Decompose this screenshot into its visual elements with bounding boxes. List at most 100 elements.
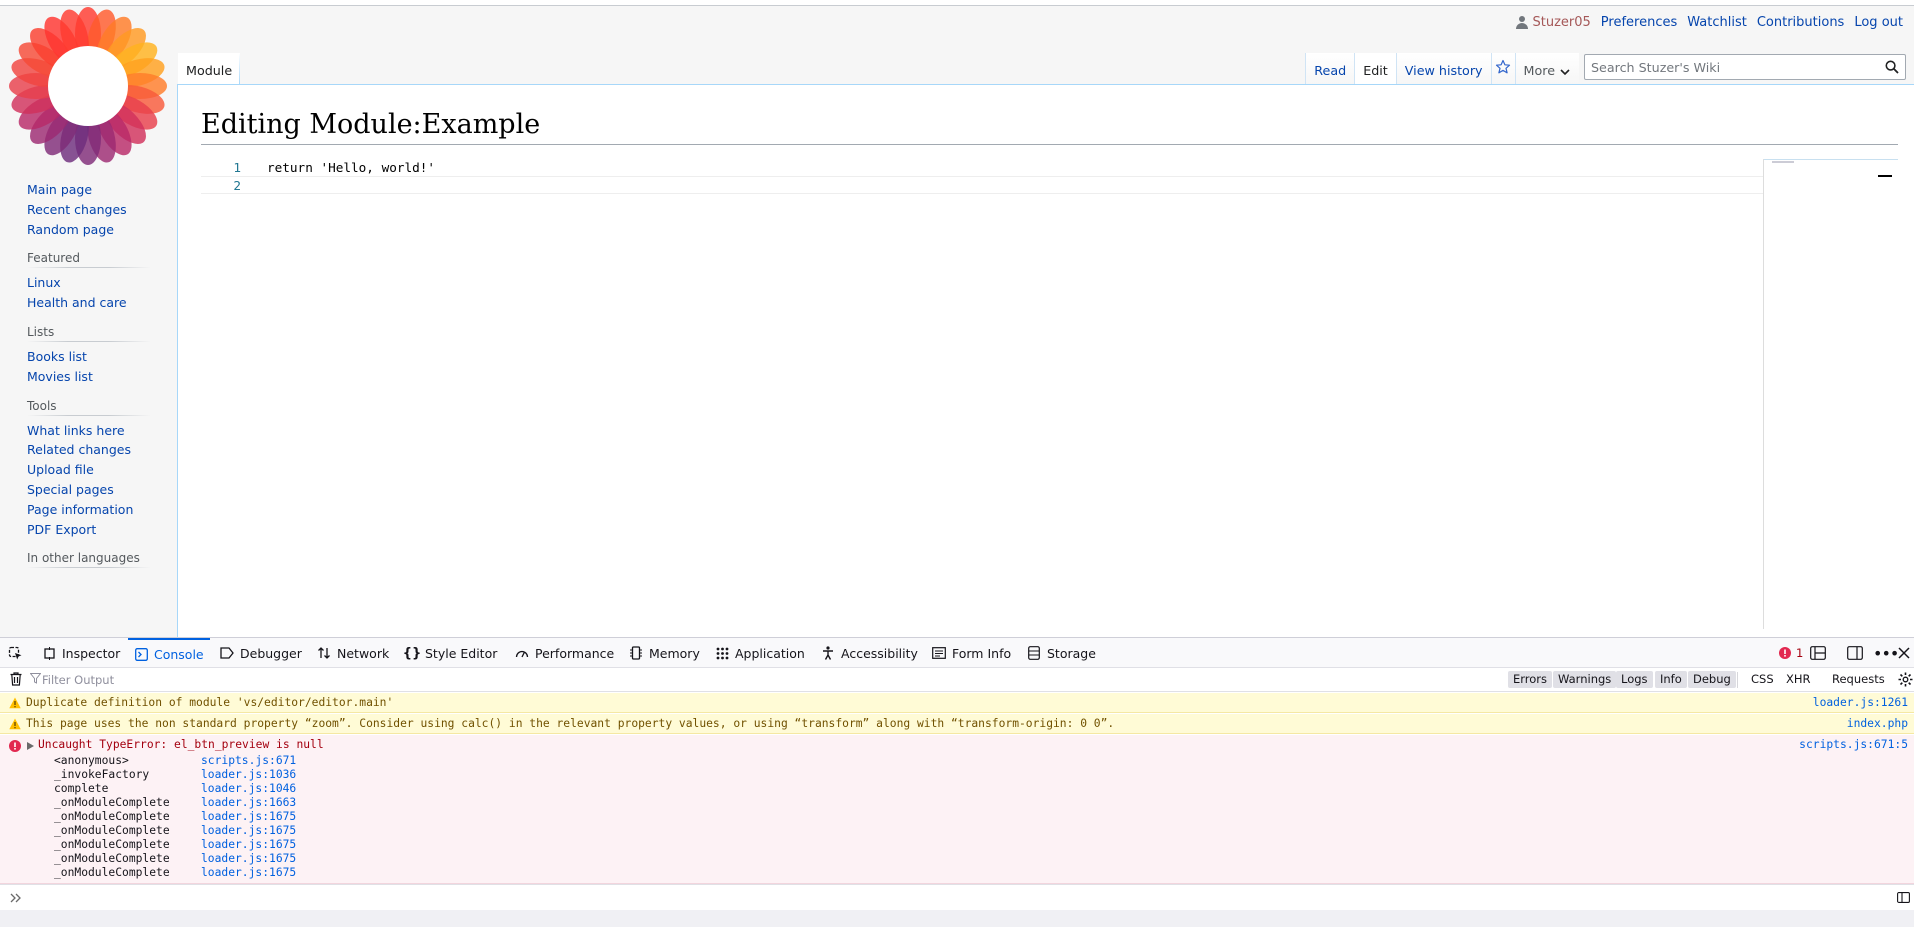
sidebar-item-related-changes[interactable]: Related changes	[27, 440, 151, 460]
code-line-current[interactable]: 2	[201, 176, 1763, 194]
dock-icon[interactable]	[1847, 638, 1863, 668]
preferences-link[interactable]: Preferences	[1601, 15, 1677, 30]
stack-frame-link[interactable]: loader.js:1675	[201, 824, 296, 838]
devtools-panel: Inspector Console Debugger Network {} St…	[0, 637, 1914, 927]
filter-errors-button[interactable]: Errors	[1508, 671, 1553, 688]
filter-divider	[1737, 672, 1738, 688]
sidebar-item-page-information[interactable]: Page information	[27, 500, 151, 520]
gear-icon[interactable]	[1898, 672, 1913, 691]
filter-output-input[interactable]	[42, 671, 642, 689]
sidebar-item-books-list[interactable]: Books list	[27, 347, 151, 367]
tab-application[interactable]: Application	[715, 638, 805, 668]
user-icon	[1515, 16, 1528, 29]
pick-element-icon[interactable]	[8, 638, 23, 668]
message-source-link[interactable]: index.php	[1847, 714, 1908, 734]
line-number: 1	[233, 160, 241, 175]
editor-mode-icon[interactable]	[1897, 892, 1910, 903]
trash-icon[interactable]	[10, 672, 22, 690]
stack-frame-link[interactable]: loader.js:1675	[201, 810, 296, 824]
sidebar-item-movies-list[interactable]: Movies list	[27, 367, 151, 387]
warning-icon	[9, 697, 21, 709]
tab-view-history[interactable]: View history	[1395, 53, 1491, 85]
console-icon	[134, 647, 148, 661]
filter-debug-button[interactable]: Debug	[1688, 671, 1736, 688]
stack-frame-link[interactable]: loader.js:1663	[201, 796, 296, 810]
sidebar: Main page Recent changes Random page Fea…	[0, 180, 178, 580]
message-source-link[interactable]: scripts.js:671:5	[1799, 737, 1908, 753]
watchlist-link[interactable]: Watchlist	[1687, 15, 1747, 30]
filter-logs-button[interactable]: Logs	[1616, 671, 1653, 688]
console-input[interactable]	[0, 884, 1914, 910]
tab-module[interactable]: Module	[178, 53, 241, 85]
stack-frame-link[interactable]: loader.js:1675	[201, 866, 296, 880]
sidebar-navigation: Main page Recent changes Random page	[27, 180, 151, 239]
sidebar-item-pdf-export[interactable]: PDF Export	[27, 520, 151, 540]
filter-css-button[interactable]: CSS	[1746, 671, 1779, 688]
sidebar-item-upload-file[interactable]: Upload file	[27, 460, 151, 480]
filter-xhr-button[interactable]: XHR	[1781, 671, 1816, 688]
watch-star-icon[interactable]	[1490, 53, 1515, 85]
stack-frame-link[interactable]: loader.js:1675	[201, 852, 296, 866]
expand-arrow-icon[interactable]	[27, 742, 34, 750]
sidebar-item-linux[interactable]: Linux	[27, 273, 151, 293]
sidebar-item-main-page[interactable]: Main page	[27, 180, 151, 200]
console-filter-bar: Errors Warnings Logs Info Debug CSS XHR …	[0, 668, 1914, 692]
storage-icon	[1027, 646, 1041, 660]
close-icon[interactable]	[1898, 638, 1910, 668]
tab-form-info[interactable]: Form Info	[932, 638, 1011, 668]
contributions-link[interactable]: Contributions	[1757, 15, 1845, 30]
tab-console[interactable]: Console	[128, 638, 210, 668]
sidebar-item-special-pages[interactable]: Special pages	[27, 480, 151, 500]
stack-frame-link[interactable]: loader.js:1046	[201, 782, 296, 796]
debugger-icon	[220, 646, 234, 660]
split-console-icon[interactable]	[1810, 638, 1826, 668]
more-icon[interactable]: •••	[1873, 638, 1899, 668]
window-bottom-edge	[0, 910, 1914, 927]
editor-minimap[interactable]	[1763, 159, 1898, 629]
logout-link[interactable]: Log out	[1854, 15, 1903, 30]
namespace-tabs: Module	[178, 53, 241, 85]
tab-network[interactable]: Network	[317, 638, 389, 668]
code-line[interactable]: 1 return 'Hello, world!'	[201, 159, 1763, 177]
tab-accessibility[interactable]: Accessibility	[821, 638, 918, 668]
tab-performance[interactable]: Performance	[515, 638, 614, 668]
tab-inspector[interactable]: Inspector	[42, 638, 120, 668]
devtools-toolbar: Inspector Console Debugger Network {} St…	[0, 638, 1914, 668]
filter-requests-button[interactable]: Requests	[1827, 671, 1890, 688]
application-icon	[715, 646, 729, 660]
stack-frame-link[interactable]: loader.js:1675	[201, 838, 296, 852]
sidebar-item-what-links-here[interactable]: What links here	[27, 421, 151, 441]
stack-frame-link[interactable]: loader.js:1036	[201, 768, 296, 782]
console-message-warning: This page uses the non standard property…	[0, 714, 1914, 734]
tab-memory[interactable]: Memory	[629, 638, 700, 668]
sidebar-item-health-and-care[interactable]: Health and care	[27, 293, 151, 313]
sidebar-item-recent-changes[interactable]: Recent changes	[27, 200, 151, 220]
tab-style-editor[interactable]: {} Style Editor	[403, 638, 498, 668]
filter-warnings-button[interactable]: Warnings	[1553, 671, 1617, 688]
tab-read[interactable]: Read	[1305, 53, 1355, 85]
tab-edit[interactable]: Edit	[1354, 53, 1396, 85]
wiki-logo-icon[interactable]	[8, 6, 168, 166]
message-source-link[interactable]: loader.js:1261	[1813, 693, 1908, 713]
scrollbar-cursor-marker	[1878, 175, 1892, 177]
performance-icon	[515, 646, 529, 660]
tab-storage[interactable]: Storage	[1027, 638, 1096, 668]
sidebar-heading-languages[interactable]: In other languages	[27, 551, 151, 569]
tab-debugger[interactable]: Debugger	[220, 638, 302, 668]
message-text: Uncaught TypeError: el_btn_preview is nu…	[38, 738, 324, 751]
sidebar-item-random-page[interactable]: Random page	[27, 220, 151, 240]
search-icon[interactable]	[1879, 55, 1905, 79]
view-tabs: Read Edit View history More	[1305, 53, 1579, 85]
top-border	[0, 0, 1914, 6]
filter-info-button[interactable]: Info	[1655, 671, 1687, 688]
more-menu[interactable]: More	[1514, 53, 1579, 85]
form-info-icon	[932, 646, 946, 660]
code-text[interactable]: return 'Hello, world!'	[267, 159, 435, 177]
accessibility-icon	[821, 646, 835, 660]
code-editor[interactable]: 1 return 'Hello, world!' 2	[201, 159, 1898, 629]
sidebar-heading-featured: Featured	[27, 251, 151, 269]
error-count-badge[interactable]: 1	[1778, 638, 1803, 668]
user-link[interactable]: Stuzer05	[1515, 15, 1591, 30]
stack-frame-link[interactable]: scripts.js:671	[201, 754, 296, 768]
search-input[interactable]	[1585, 55, 1879, 79]
